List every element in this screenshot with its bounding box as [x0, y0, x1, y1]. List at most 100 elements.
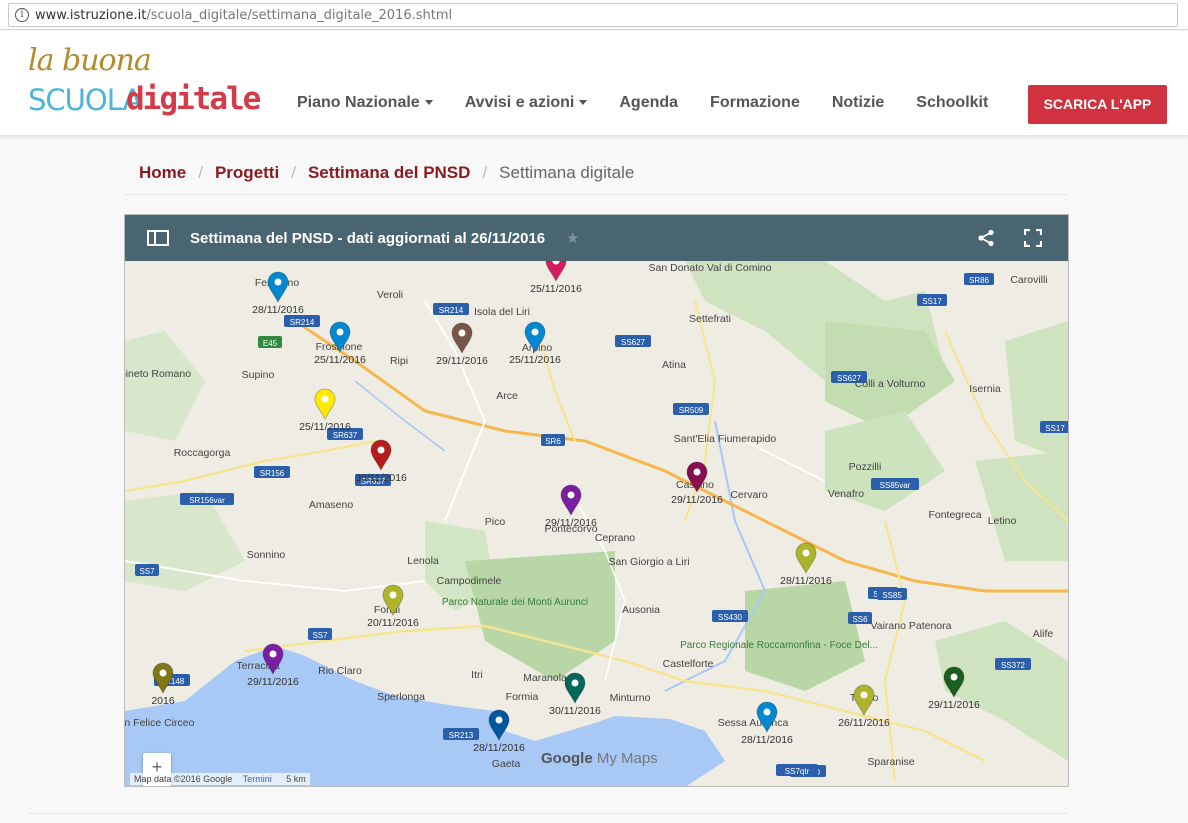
marker-date-label: 28/11/2016 — [780, 575, 832, 587]
map-header: Settimana del PNSD - dati aggiornati al … — [125, 215, 1068, 261]
fullscreen-icon[interactable] — [1024, 229, 1042, 247]
marker-date-label: 29/11/2016 — [545, 517, 597, 529]
nav-item-formazione[interactable]: Formazione — [710, 94, 800, 112]
road-label: SS372 — [1001, 661, 1026, 670]
site-logo[interactable]: la buona SCUOLA digitale — [28, 43, 261, 123]
logo-line-2a: SCUOLA — [28, 83, 142, 117]
place-label: Amaseno — [309, 499, 354, 511]
divider — [124, 194, 1068, 195]
map-pin-dot — [269, 650, 277, 658]
road-label: SS85var — [880, 481, 911, 490]
road-label: SR156var — [189, 496, 225, 505]
url-text[interactable]: www.istruzione.it/scuola_digitale/settim… — [35, 8, 452, 23]
map-pin-icon[interactable] — [564, 672, 586, 705]
nav-label: Piano Nazionale — [297, 94, 420, 111]
map-pin-dot — [860, 691, 868, 699]
breadcrumb-separator: / — [198, 163, 203, 182]
nav-item-notizie[interactable]: Notizie — [832, 94, 884, 112]
road-label: SR214 — [290, 318, 315, 327]
place-label: Ripi — [390, 355, 408, 367]
place-label: Carovilli — [1010, 274, 1047, 286]
caret-down-icon — [424, 100, 433, 106]
road-label: SR509 — [679, 406, 704, 415]
place-label: Maranola — [523, 672, 567, 684]
map-pin-icon[interactable] — [795, 542, 817, 575]
place-label: Supino — [242, 369, 275, 381]
place-label: Castelforte — [663, 658, 714, 670]
road-label: SS430 — [718, 613, 743, 622]
place-label: Campodimele — [437, 575, 502, 587]
map-attribution: Map data ©2016 Google Termini 5 km — [130, 773, 310, 785]
marker-date-label: 30/11/2016 — [355, 472, 407, 484]
map-data-credit: Map data ©2016 Google — [134, 774, 233, 784]
place-label: Venafro — [828, 488, 864, 500]
place-label: Atina — [662, 359, 686, 371]
marker-date-label: 29/11/2016 — [928, 699, 980, 711]
place-label: Rio Claro — [318, 665, 362, 677]
road-label: SS627 — [621, 338, 646, 347]
browser-address-bar: i www.istruzione.it/scuola_digitale/sett… — [0, 0, 1188, 30]
marker-date-label: 28/11/2016 — [741, 734, 793, 746]
nav-item-agenda[interactable]: Agenda — [619, 94, 678, 112]
place-label: Ausonia — [622, 604, 660, 616]
main-nav: Piano Nazionale Avvisi e azioni Agenda F… — [297, 94, 1020, 112]
info-icon[interactable]: i — [15, 8, 29, 22]
marker-date-label: 25/11/2016 — [314, 354, 366, 366]
road-label: SR213 — [449, 731, 474, 740]
map-pin-icon[interactable] — [560, 484, 582, 517]
road-label: SS7qtr — [785, 767, 810, 776]
star-icon[interactable]: ★ — [566, 229, 579, 247]
map-canvas[interactable]: E45 SR214 SR214 SS627 SR637 SR637 SR156 SR156va… — [125, 261, 1068, 786]
map-pin-icon[interactable] — [370, 439, 392, 472]
legend-toggle-icon[interactable] — [147, 230, 169, 246]
share-icon[interactable] — [977, 229, 995, 247]
google-wordmark: Google — [541, 750, 593, 767]
place-label: Veroli — [377, 289, 403, 301]
marker-date-label: 25/11/2016 — [299, 421, 351, 433]
map-pin-icon[interactable] — [853, 684, 875, 717]
map-pin-icon[interactable] — [451, 322, 473, 355]
road-label: SS6 — [852, 615, 868, 624]
map-pin-icon[interactable] — [152, 662, 174, 695]
map-pin-icon[interactable] — [488, 709, 510, 742]
place-label: Alife — [1033, 628, 1054, 640]
nav-item-piano-nazionale[interactable]: Piano Nazionale — [297, 94, 433, 112]
nav-item-avvisi[interactable]: Avvisi e azioni — [465, 94, 588, 112]
map-pin-dot — [458, 329, 466, 337]
place-label: Vairano Patenora — [871, 620, 952, 632]
download-app-button[interactable]: SCARICA L'APP — [1028, 85, 1167, 124]
place-label: San Felice Circeo — [125, 717, 195, 729]
map-pin-icon[interactable] — [267, 271, 289, 304]
place-label: Sparanise — [867, 756, 914, 768]
place-label: Sonnino — [247, 549, 286, 561]
place-label: Minturno — [610, 692, 651, 704]
road-label: SR6 — [545, 437, 561, 446]
map-pin-icon[interactable] — [943, 666, 965, 699]
place-label: Carpineto Romano — [125, 368, 191, 380]
my-maps-wordmark: My Maps — [596, 750, 658, 767]
map-pin-dot — [531, 328, 539, 336]
map-overlay: E45SR214SR214SS627SR637SR637SR156SR156va… — [125, 261, 1068, 777]
breadcrumb-separator: / — [482, 163, 488, 182]
breadcrumb-settimana-pnsd[interactable]: Settimana del PNSD — [308, 163, 471, 183]
place-label: Fontegreca — [928, 509, 981, 521]
place-label: Letino — [988, 515, 1017, 527]
url-input[interactable]: i www.istruzione.it/scuola_digitale/sett… — [8, 3, 1178, 27]
map-pin-dot — [763, 708, 771, 716]
marker-date-label: 30/11/2016 — [549, 705, 601, 717]
url-path: /scuola_digitale/settimana_digitale_2016… — [146, 8, 453, 23]
place-label: San Giorgio a Liri — [608, 556, 689, 568]
map-pin-icon[interactable] — [314, 388, 336, 421]
map-scale: 5 km — [286, 774, 306, 784]
breadcrumb-progetti[interactable]: Progetti — [215, 163, 279, 183]
map-pin-dot — [321, 395, 329, 403]
nav-item-schoolkit[interactable]: Schoolkit — [916, 94, 988, 112]
marker-date-label: 26/11/2016 — [838, 717, 890, 729]
place-label: Parco Regionale Roccamonfina - Foce Del.… — [680, 640, 878, 651]
place-label: Roccagorga — [174, 447, 231, 459]
breadcrumb-current: Settimana digitale — [499, 163, 635, 182]
breadcrumb: Home / Progetti / Settimana del PNSD / S… — [139, 163, 634, 183]
breadcrumb-home[interactable]: Home — [139, 163, 186, 183]
marker-date-label: 28/11/2016 — [473, 742, 525, 754]
terms-link[interactable]: Termini — [243, 774, 272, 784]
